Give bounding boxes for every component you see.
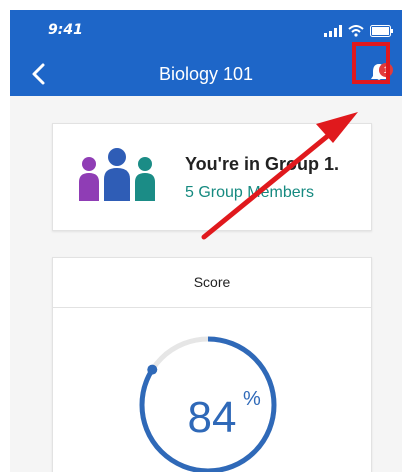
gauge-handle <box>147 364 158 375</box>
page-title: Biology 101 <box>158 64 254 84</box>
notification-highlight-box <box>352 42 390 84</box>
wifi-icon <box>348 25 364 37</box>
status-bar: 9:41 <box>10 10 402 52</box>
app-screen: 9:41 Biology 101 1 You're in Group 1. 5 … <box>10 10 402 472</box>
group-people-icon <box>79 148 155 201</box>
score-header: Score <box>53 258 371 308</box>
group-title: You're in Group 1. <box>185 154 339 174</box>
nav-bar: Biology 101 1 <box>10 52 402 96</box>
signal-icon <box>324 25 342 37</box>
group-members-link[interactable]: 5 Group Members <box>185 184 314 202</box>
battery-icon <box>370 25 393 37</box>
status-time: 9:41 <box>48 22 83 38</box>
group-card: You're in Group 1. 5 Group Members <box>52 123 372 231</box>
score-unit: % <box>243 388 261 410</box>
score-value: 84 <box>187 393 237 442</box>
score-card: Score 84 % <box>52 257 372 472</box>
status-icons <box>324 24 394 38</box>
